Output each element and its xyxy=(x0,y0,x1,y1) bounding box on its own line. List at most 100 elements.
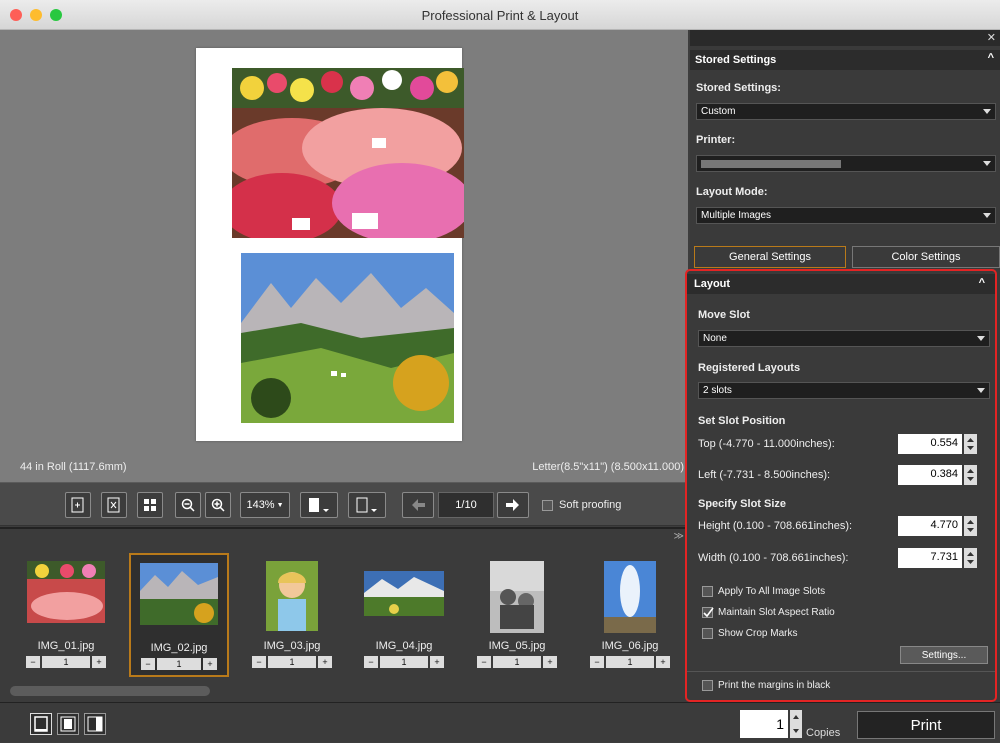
width-row: Width (0.100 - 708.661inches): 7.731 xyxy=(698,548,992,568)
increment-button[interactable]: + xyxy=(543,656,557,668)
copy-stepper[interactable]: −1 + xyxy=(477,656,557,668)
copy-count[interactable]: 1 xyxy=(42,656,90,668)
soft-proofing-label: Soft proofing xyxy=(559,499,622,511)
previous-page-button[interactable] xyxy=(402,492,434,518)
left-position-stepper[interactable] xyxy=(964,465,977,485)
side-view-button[interactable] xyxy=(84,713,106,735)
slot-position-label: Set Slot Position xyxy=(698,415,786,427)
print-margins-checkbox[interactable] xyxy=(702,680,713,691)
thumbnail-name: IMG_05.jpg xyxy=(488,640,546,652)
stored-settings-select[interactable]: Custom xyxy=(696,103,996,120)
thumbnail-item[interactable]: IMG_04.jpg −1 + xyxy=(354,553,454,677)
move-slot-select[interactable]: None xyxy=(698,330,990,347)
copy-count[interactable]: 1 xyxy=(268,656,316,668)
height-stepper[interactable] xyxy=(964,516,977,536)
decrement-button[interactable]: − xyxy=(477,656,491,668)
thumbnail-item[interactable]: IMG_05.jpg −1 + xyxy=(467,553,567,677)
increment-button[interactable]: + xyxy=(318,656,332,668)
copy-stepper[interactable]: −1 + xyxy=(364,656,444,668)
decrement-button[interactable]: − xyxy=(141,658,155,670)
width-label: Width (0.100 - 708.661inches): xyxy=(698,552,849,564)
thumbnail-item[interactable]: IMG_01.jpg −1 + xyxy=(16,553,116,677)
thumbnail-name: IMG_01.jpg xyxy=(37,640,95,652)
copy-stepper[interactable]: −1 + xyxy=(141,658,217,670)
decrement-button[interactable]: − xyxy=(252,656,266,668)
split-view-button[interactable] xyxy=(57,713,79,735)
close-panel-icon[interactable]: ✕ xyxy=(987,31,996,44)
settings-button[interactable]: Settings... xyxy=(900,646,988,664)
soft-proofing-checkbox[interactable] xyxy=(542,499,553,511)
slot-1-flowers-image[interactable] xyxy=(232,68,464,238)
copy-stepper[interactable]: −1 + xyxy=(252,656,332,668)
soft-proofing-toggle[interactable]: Soft proofing xyxy=(542,499,621,511)
chevron-up-icon: ^ xyxy=(987,52,994,64)
height-input[interactable]: 4.770 xyxy=(898,516,962,536)
decrement-button[interactable]: − xyxy=(590,656,604,668)
show-crop-checkbox[interactable] xyxy=(702,628,713,639)
page-indicator: 1/10 xyxy=(438,492,494,518)
delete-page-button[interactable] xyxy=(101,492,127,518)
top-position-stepper[interactable] xyxy=(964,434,977,454)
next-page-button[interactable] xyxy=(497,492,529,518)
paper-menu-button[interactable] xyxy=(348,492,386,518)
top-position-input[interactable]: 0.554 xyxy=(898,434,962,454)
copy-stepper[interactable]: −1 + xyxy=(590,656,670,668)
slot-size-label: Specify Slot Size xyxy=(698,498,787,510)
thumbnail-image xyxy=(364,571,444,616)
copy-count[interactable]: 1 xyxy=(606,656,654,668)
increment-button[interactable]: + xyxy=(203,658,217,670)
stored-settings-header[interactable]: Stored Settings ^ xyxy=(690,50,1000,70)
decrement-button[interactable]: − xyxy=(26,656,40,668)
increment-button[interactable]: + xyxy=(656,656,670,668)
arrange-button[interactable] xyxy=(137,492,163,518)
show-crop-label: Show Crop Marks xyxy=(718,628,798,639)
collapse-strip-icon[interactable]: ≫ xyxy=(674,531,684,542)
slot-2-mountain-image[interactable] xyxy=(241,253,454,423)
apply-all-checkbox[interactable] xyxy=(702,586,713,597)
width-input[interactable]: 7.731 xyxy=(898,548,962,568)
copies-input[interactable]: 1 xyxy=(740,710,788,738)
show-crop-option[interactable]: Show Crop Marks xyxy=(702,628,797,639)
zoom-value: 143% xyxy=(246,499,275,511)
layout-mode-select[interactable]: Multiple Images xyxy=(696,207,996,224)
copy-count[interactable]: 1 xyxy=(157,658,201,670)
increment-button[interactable]: + xyxy=(92,656,106,668)
left-position-input[interactable]: 0.384 xyxy=(898,465,962,485)
thumbnail-item-selected[interactable]: IMG_02.jpg −1 + xyxy=(129,553,229,677)
stepper-arrows-icon xyxy=(967,438,974,450)
zoom-out-icon xyxy=(181,498,195,512)
zoom-out-button[interactable] xyxy=(175,492,201,518)
copy-count[interactable]: 1 xyxy=(380,656,428,668)
thumbnail-item[interactable]: IMG_03.jpg −1 + xyxy=(242,553,342,677)
copy-stepper[interactable]: −1 + xyxy=(26,656,106,668)
bottom-bar: 1 Copies Print xyxy=(0,702,1000,742)
print-margins-option[interactable]: Print the margins in black xyxy=(702,680,830,691)
arrow-right-icon xyxy=(506,499,519,511)
width-stepper[interactable] xyxy=(964,548,977,568)
maintain-ratio-option[interactable]: Maintain Slot Aspect Ratio xyxy=(702,607,835,618)
single-view-button[interactable] xyxy=(30,713,52,735)
registered-layouts-select[interactable]: 2 slots xyxy=(698,382,990,399)
title-bar: Professional Print & Layout xyxy=(0,0,1000,30)
apply-all-option[interactable]: Apply To All Image Slots xyxy=(702,586,825,597)
zoom-select[interactable]: 143% ▼ xyxy=(240,492,290,518)
registered-layouts-label: Registered Layouts xyxy=(698,362,801,374)
print-button[interactable]: Print xyxy=(857,711,995,739)
tab-color-settings[interactable]: Color Settings xyxy=(852,246,1000,268)
horizontal-scrollbar[interactable] xyxy=(10,686,210,696)
copies-stepper[interactable] xyxy=(790,710,802,738)
layout-header[interactable]: Layout ^ xyxy=(687,274,995,294)
add-page-button[interactable] xyxy=(65,492,91,518)
left-position-label: Left (-7.731 - 8.500inches): xyxy=(698,469,831,481)
copy-count[interactable]: 1 xyxy=(493,656,541,668)
printer-select[interactable] xyxy=(696,155,996,172)
chevron-up-icon: ^ xyxy=(978,277,985,289)
increment-button[interactable]: + xyxy=(430,656,444,668)
stored-settings-title: Stored Settings xyxy=(695,54,777,66)
maintain-ratio-checkbox[interactable] xyxy=(702,607,714,618)
orientation-button[interactable] xyxy=(300,492,338,518)
decrement-button[interactable]: − xyxy=(364,656,378,668)
zoom-in-button[interactable] xyxy=(205,492,231,518)
thumbnail-item[interactable]: IMG_06.jpg −1 + xyxy=(580,553,680,677)
tab-general-settings[interactable]: General Settings xyxy=(694,246,846,268)
